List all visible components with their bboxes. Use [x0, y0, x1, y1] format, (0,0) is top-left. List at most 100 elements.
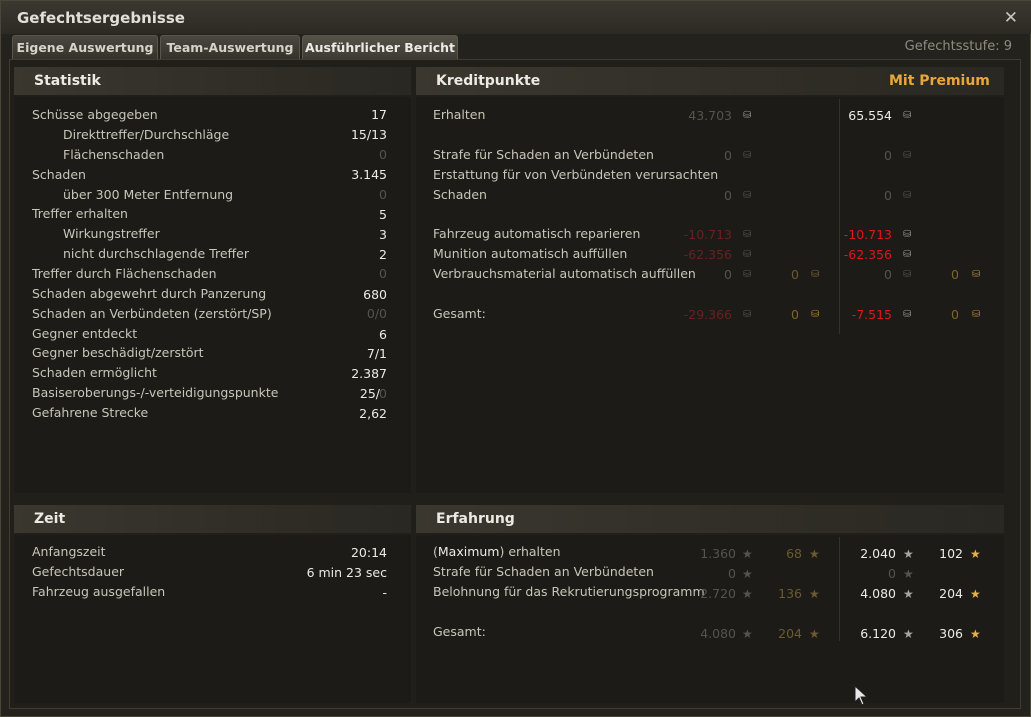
zeit-value: 20:14 — [350, 545, 387, 560]
stat-value: 2,62 — [359, 406, 387, 421]
column-divider — [839, 537, 840, 641]
xp-basic: 0 — [728, 566, 736, 581]
zeit-label: Anfangszeit — [32, 544, 106, 559]
gold-coin-icon: ⛁ — [811, 309, 820, 320]
star-icon: ★ — [742, 547, 753, 561]
kredit-premium: -62.356 — [843, 247, 892, 262]
stat-value: 0 — [379, 266, 387, 281]
xp-basic: 2.720 — [700, 586, 736, 601]
credit-coin-icon: ⛁ — [903, 150, 912, 161]
star-icon: ★ — [903, 627, 914, 641]
kredit-label: Strafe für Schaden an Verbündeten — [433, 147, 654, 162]
stat-value: 2 — [379, 247, 387, 262]
kredit-premium-gold-total: 0 — [951, 307, 959, 322]
gold-coin-icon: ⛁ — [811, 269, 820, 280]
kredit-basic-gold-total: 0 — [791, 307, 799, 322]
stat-value: 0 — [379, 386, 387, 401]
gold-coin-icon: ⛁ — [972, 269, 981, 280]
results-window: Gefechtsergebnisse ✕ Eigene Auswertung T… — [0, 0, 1031, 717]
kredit-total-label: Gesamt: — [433, 306, 486, 321]
kredit-basic: 0 — [724, 188, 732, 203]
stat-value: 0 — [379, 147, 387, 162]
stat-value: 5 — [379, 207, 387, 222]
stat-label: Schaden — [32, 167, 86, 182]
stat-value: 7/1 — [366, 346, 387, 361]
kredit-label: Schaden — [433, 187, 487, 202]
stat-label: Treffer erhalten — [32, 206, 128, 221]
kredit-basic: -62.356 — [683, 247, 732, 262]
credit-coin-icon: ⛁ — [743, 249, 752, 260]
statistik-title: Statistik — [34, 73, 101, 89]
kredit-header: Kreditpunkte Mit Premium — [416, 67, 1004, 95]
mouse-cursor-icon — [854, 685, 868, 706]
xp-premium: 2.040 — [860, 546, 896, 561]
erfahrung-label: Belohnung für das Rekrutierungsprogramm — [433, 584, 705, 599]
zeit-label: Fahrzeug ausgefallen — [32, 584, 166, 599]
stat-label: über 300 Meter Entfernung — [63, 187, 234, 202]
statistik-header: Statistik — [14, 67, 411, 95]
stat-value: 680 — [363, 287, 387, 302]
xp-premium-total: 6.120 — [860, 626, 896, 641]
credit-coin-icon: ⛁ — [743, 190, 752, 201]
kredit-basic-gold: 0 — [791, 267, 799, 282]
zeit-label: Gefechtsdauer — [32, 564, 125, 579]
premium-label: Mit Premium — [889, 73, 990, 89]
tab-team-auswertung[interactable]: Team-Auswertung — [160, 35, 300, 59]
kredit-premium: 0 — [884, 188, 892, 203]
column-divider — [839, 99, 840, 334]
star-icon: ★ — [742, 627, 753, 641]
stat-value: 0 — [379, 187, 387, 202]
kredit-premium: 0 — [884, 267, 892, 282]
credit-coin-icon: ⛁ — [743, 110, 752, 121]
star-icon: ★ — [970, 547, 981, 561]
free-xp-premium: 102 — [939, 546, 963, 561]
kredit-label: Erhalten — [433, 107, 486, 122]
kredit-basic: 43.703 — [688, 108, 732, 123]
star-icon: ★ — [970, 627, 981, 641]
star-icon: ★ — [742, 587, 753, 601]
erfahrung-label: (Maximum) erhalten — [433, 544, 561, 559]
battle-level: Gefechtsstufe: 9 — [904, 39, 1012, 54]
star-icon: ★ — [903, 547, 914, 561]
tab-ausfuehrlicher-bericht[interactable]: Ausführlicher Bericht — [302, 35, 458, 59]
stat-label: Gegner beschädigt/zerstört — [32, 345, 204, 360]
zeit-header: Zeit — [14, 505, 411, 533]
free-xp-basic: 136 — [778, 586, 802, 601]
kredit-basic: 0 — [724, 148, 732, 163]
kredit-label: Munition automatisch auffüllen — [433, 246, 628, 261]
kredit-premium-total: -7.515 — [851, 307, 892, 322]
stat-label: Schaden an Verbündeten (zerstört/SP) — [32, 306, 272, 321]
stat-value: 3 — [379, 227, 387, 242]
stat-value: 15/13 — [350, 127, 387, 142]
star-icon: ★ — [809, 547, 820, 561]
stat-label: Gefahrene Strecke — [32, 405, 149, 420]
kredit-label: Fahrzeug automatisch reparieren — [433, 226, 641, 241]
kredit-basic: -10.713 — [683, 227, 732, 242]
credit-coin-icon: ⛁ — [743, 309, 752, 320]
star-icon: ★ — [809, 627, 820, 641]
credit-coin-icon: ⛁ — [743, 150, 752, 161]
stat-value: 25/ — [359, 386, 380, 401]
erfahrung-total-label: Gesamt: — [433, 624, 486, 639]
credit-coin-icon: ⛁ — [903, 269, 912, 280]
xp-basic-total: 4.080 — [700, 626, 736, 641]
tab-eigene-auswertung[interactable]: Eigene Auswertung — [12, 35, 158, 59]
kredit-label: Verbrauchsmaterial automatisch auffüllen — [433, 266, 696, 281]
window-title: Gefechtsergebnisse — [17, 9, 185, 27]
stat-label: Wirkungstreffer — [63, 226, 160, 241]
close-icon[interactable]: ✕ — [1004, 8, 1018, 28]
free-xp-premium-total: 306 — [939, 626, 963, 641]
credit-coin-icon: ⛁ — [903, 190, 912, 201]
stat-label: Basiseroberungs-/-verteidigungspunkte — [32, 385, 279, 400]
star-icon: ★ — [970, 587, 981, 601]
stat-value: 17 — [371, 107, 387, 122]
erfahrung-title: Erfahrung — [436, 511, 515, 527]
stat-label: Gegner entdeckt — [32, 326, 138, 341]
kredit-title: Kreditpunkte — [436, 73, 541, 89]
kredit-premium: -10.713 — [843, 227, 892, 242]
stat-label: Flächenschaden — [63, 147, 165, 162]
erfahrung-header: Erfahrung — [416, 505, 1004, 533]
star-icon: ★ — [903, 587, 914, 601]
credit-coin-icon: ⛁ — [743, 269, 752, 280]
star-icon: ★ — [742, 567, 753, 581]
